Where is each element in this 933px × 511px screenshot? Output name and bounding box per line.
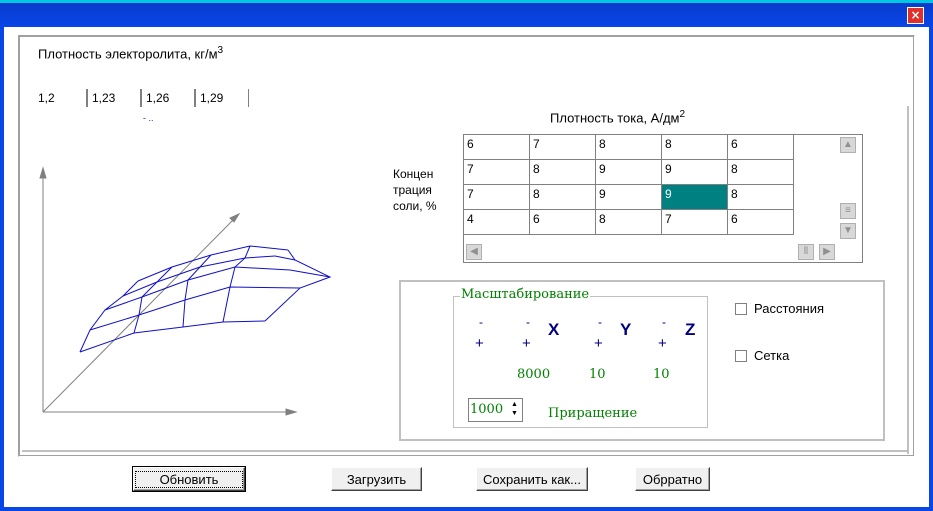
distances-label: Расстояния: [754, 301, 825, 316]
plot-axes: [39, 166, 298, 416]
spin-up-icon[interactable]: ▲: [508, 400, 521, 409]
grid-cell[interactable]: 8: [596, 135, 662, 160]
grid-cell[interactable]: 7: [464, 185, 530, 210]
window-frame-left: [0, 27, 4, 511]
scroll-thumb-horizontal[interactable]: ⦀: [798, 244, 814, 260]
tab-density-1-26[interactable]: 1,26: [141, 89, 195, 107]
y-axis-arrow: [229, 212, 241, 223]
scroll-left-icon[interactable]: ◀: [466, 244, 482, 260]
spin-down-icon[interactable]: ▼: [508, 409, 521, 418]
load-button[interactable]: Загрузить: [331, 467, 422, 491]
close-icon[interactable]: ×: [907, 7, 924, 24]
title-bar-highlight: [0, 0, 933, 3]
grid-cell[interactable]: 9: [596, 185, 662, 210]
x-plus-button[interactable]: +: [522, 335, 531, 352]
y-plus-button[interactable]: +: [594, 335, 603, 352]
scroll-right-icon[interactable]: ▶: [819, 244, 835, 260]
scroll-down-icon[interactable]: ▼: [840, 223, 856, 239]
z-minus-button[interactable]: -: [662, 315, 666, 329]
axis-y-label: Y: [620, 320, 632, 339]
grid-cell[interactable]: 6: [728, 210, 794, 235]
window-frame-bottom: [0, 507, 933, 511]
z-scale-value: 10: [653, 367, 670, 382]
surface-plot: [39, 166, 332, 416]
grid-cell[interactable]: 9: [662, 185, 728, 210]
spinner-buttons: ▲ ▼: [508, 400, 521, 420]
refresh-button[interactable]: Обновить: [132, 466, 246, 492]
increment-value: 1000: [470, 402, 504, 417]
grid-cell[interactable]: 8: [530, 160, 596, 185]
distances-checkbox[interactable]: [735, 303, 747, 315]
z-plus-button[interactable]: +: [658, 335, 667, 352]
y-scale-value: 10: [589, 367, 606, 382]
grid-cell[interactable]: 4: [464, 210, 530, 235]
grid-cell[interactable]: 6: [464, 135, 530, 160]
inner-divider-bottom: [22, 450, 908, 452]
back-button[interactable]: Обрратно: [635, 467, 710, 491]
x-minus-button[interactable]: -: [526, 315, 530, 329]
tab-density-1-29[interactable]: 1,29: [195, 89, 249, 107]
grid-label: Сетка: [754, 348, 790, 363]
grid-cell[interactable]: 8: [728, 185, 794, 210]
grid-cell[interactable]: 9: [596, 160, 662, 185]
increment-spinner[interactable]: 1000 ▲ ▼: [468, 398, 523, 422]
grid-cell[interactable]: 8: [662, 135, 728, 160]
concentration-label: Концен трация соли, %: [393, 167, 437, 213]
grid-cell[interactable]: 7: [662, 210, 728, 235]
title-bar: [0, 0, 933, 27]
x-axis-arrow: [285, 408, 298, 416]
x-minus-left-button[interactable]: -: [479, 315, 483, 329]
grid-cell[interactable]: 6: [530, 210, 596, 235]
grid-cell[interactable]: 8: [596, 210, 662, 235]
inner-divider-right: [907, 106, 909, 454]
current-density-label: Плотность тока, А/дм2: [550, 109, 686, 126]
save-as-button[interactable]: Сохранить как...: [476, 467, 588, 491]
tab-density-1-23[interactable]: 1,23: [87, 89, 141, 107]
axis-z-label: Z: [685, 320, 696, 339]
scroll-up-icon[interactable]: ▲: [840, 137, 856, 153]
increment-label: Приращение: [548, 406, 638, 421]
data-grid[interactable]: 67864899878998768876 ▲ ≡ ▼ ◀ ⦀ ▶: [463, 134, 863, 263]
scroll-thumb-vertical[interactable]: ≡: [840, 203, 856, 219]
x-scale-value: 8000: [517, 367, 551, 382]
grid-cell[interactable]: 9: [662, 160, 728, 185]
axis-x-label: X: [548, 320, 560, 339]
tab-density-1-2[interactable]: 1,2: [34, 89, 87, 107]
density-label: Плотность электоролита, кг/м3: [38, 45, 224, 62]
window-frame-right: [929, 27, 933, 511]
y-minus-button[interactable]: -: [598, 315, 602, 329]
x-plus-left-button[interactable]: +: [475, 335, 484, 352]
grid-cell[interactable]: 8: [530, 185, 596, 210]
scaling-title: Масштабирование: [460, 287, 591, 302]
grid-checkbox[interactable]: [735, 350, 747, 362]
z-axis-arrow: [39, 166, 47, 179]
grid-cell[interactable]: 7: [530, 135, 596, 160]
tab-marker: - ..: [143, 113, 154, 123]
grid-cell[interactable]: 7: [464, 160, 530, 185]
grid-cell[interactable]: 8: [728, 160, 794, 185]
grid-cell[interactable]: 6: [728, 135, 794, 160]
